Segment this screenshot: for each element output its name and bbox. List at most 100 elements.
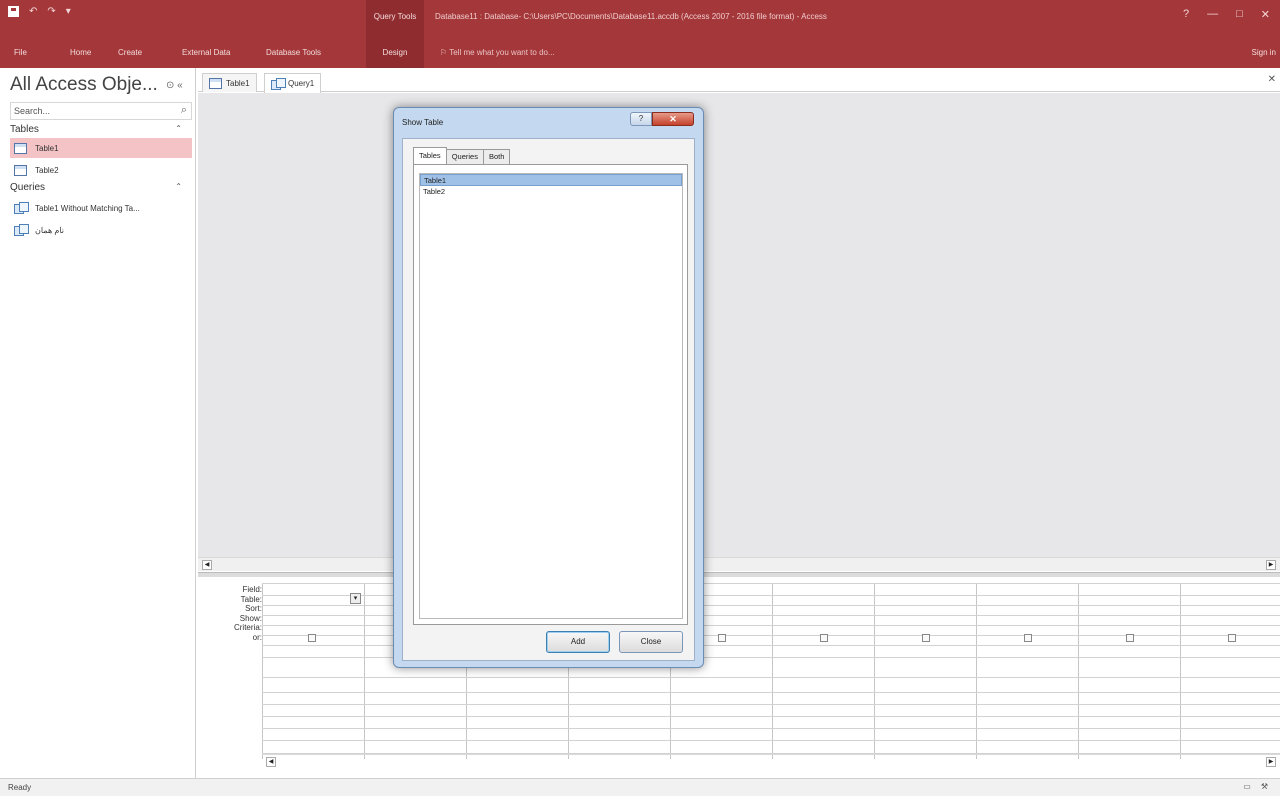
tab-database-tools[interactable]: Database Tools bbox=[266, 48, 321, 57]
list-item-table2[interactable]: Table2 bbox=[420, 186, 682, 198]
tab-tables[interactable]: Tables bbox=[413, 147, 447, 165]
nav-search-placeholder: Search... bbox=[14, 106, 51, 116]
grid-line bbox=[262, 692, 1280, 693]
nav-item-table1[interactable]: Table1 bbox=[10, 138, 192, 158]
table-icon bbox=[209, 77, 222, 89]
show-checkbox[interactable] bbox=[820, 634, 828, 642]
tab-external-data[interactable]: External Data bbox=[182, 48, 230, 57]
tables-tab-panel: Table1 Table2 bbox=[413, 164, 688, 625]
collapse-pane-icon[interactable]: « bbox=[177, 80, 183, 91]
row-label-table: Table: bbox=[240, 594, 262, 604]
quick-access-toolbar: ↶ ↷ ▾ bbox=[8, 6, 71, 17]
view-buttons: ▭ ⚒ bbox=[1243, 782, 1268, 791]
add-button[interactable]: Add bbox=[546, 631, 610, 653]
nav-menu-icon[interactable]: ⊙ bbox=[166, 80, 174, 91]
nav-group-label: Queries bbox=[10, 182, 46, 193]
show-checkbox[interactable] bbox=[1024, 634, 1032, 642]
show-checkbox[interactable] bbox=[1126, 634, 1134, 642]
field-dropdown-icon[interactable]: ▾ bbox=[350, 593, 361, 604]
query-icon bbox=[14, 202, 29, 214]
query-tools-context-label: Query Tools bbox=[366, 0, 424, 38]
redo-icon[interactable]: ↷ bbox=[47, 6, 55, 17]
row-label-sort: Sort: bbox=[245, 604, 262, 613]
window-controls: ? — □ ✕ bbox=[1183, 8, 1270, 21]
row-label-show: Show: bbox=[239, 613, 262, 623]
list-item-table1[interactable]: Table1 bbox=[420, 174, 682, 186]
nav-item-table2[interactable]: Table2 bbox=[10, 160, 192, 180]
doc-tab-table1[interactable]: Table1 bbox=[202, 73, 257, 92]
grid-column[interactable] bbox=[874, 583, 976, 759]
grid-line bbox=[262, 716, 1280, 717]
nav-item-label: Table1 bbox=[35, 143, 59, 153]
close-button[interactable]: Close bbox=[619, 631, 683, 653]
document-tabs: Table1 Query1 bbox=[198, 70, 1280, 93]
search-icon[interactable]: ⌕ bbox=[181, 104, 187, 117]
nav-group-queries[interactable]: Queries ⌃ bbox=[10, 182, 190, 193]
status-text: Ready bbox=[8, 783, 32, 792]
grid-line bbox=[262, 740, 1280, 741]
row-label-criteria: Criteria: bbox=[233, 623, 262, 632]
nav-group-tables[interactable]: Tables ⌃ bbox=[10, 124, 190, 135]
grid-line bbox=[262, 704, 1280, 705]
nav-item-query-unmatched[interactable]: Table1 Without Matching Ta... bbox=[10, 198, 192, 218]
maximize-icon[interactable]: □ bbox=[1236, 8, 1243, 21]
doc-tab-label: Table1 bbox=[226, 78, 250, 88]
show-checkbox[interactable] bbox=[922, 634, 930, 642]
upper-horizontal-scrollbar[interactable]: ◀ ▶ bbox=[198, 557, 1280, 571]
dialog-title: Show Table bbox=[402, 118, 444, 127]
help-icon[interactable]: ? bbox=[1183, 8, 1189, 21]
close-document-icon[interactable]: ✕ bbox=[1268, 74, 1276, 85]
table-icon bbox=[14, 142, 27, 154]
tell-me-box[interactable]: ⚐ Tell me what you want to do... bbox=[440, 48, 555, 57]
show-checkbox[interactable] bbox=[718, 634, 726, 642]
table-listbox[interactable]: Table1 Table2 bbox=[419, 173, 683, 619]
lightbulb-icon: ⚐ bbox=[440, 48, 450, 57]
nav-item-label: نام همان bbox=[35, 225, 64, 235]
title-bar: ↶ ↷ ▾ Query Tools Database11 : Database-… bbox=[0, 0, 1280, 68]
nav-pane-buttons: ⊙ « bbox=[166, 80, 183, 91]
query-icon bbox=[271, 77, 286, 90]
grid-column[interactable] bbox=[976, 583, 1078, 759]
close-icon[interactable]: ✕ bbox=[1261, 8, 1270, 21]
nav-search-input[interactable]: Search... ⌕ bbox=[10, 102, 192, 120]
scroll-right-icon[interactable]: ▶ bbox=[1266, 560, 1276, 570]
grid-row-labels: Field: Table: Sort: Show: Criteria: or: bbox=[206, 585, 262, 642]
scroll-right-icon[interactable]: ▶ bbox=[1266, 757, 1276, 767]
sign-in-link[interactable]: Sign in bbox=[1252, 48, 1276, 57]
doc-tab-query1[interactable]: Query1 bbox=[264, 73, 322, 93]
customize-qat-icon[interactable]: ▾ bbox=[66, 6, 71, 17]
scroll-left-icon[interactable]: ◀ bbox=[202, 560, 212, 570]
undo-icon[interactable]: ↶ bbox=[29, 6, 37, 17]
window-title: Database11 : Database- C:\Users\PC\Docum… bbox=[435, 12, 827, 21]
tab-home[interactable]: Home bbox=[70, 48, 91, 57]
grid-column[interactable] bbox=[1180, 583, 1280, 759]
save-icon[interactable] bbox=[8, 6, 19, 17]
sql-view-icon[interactable]: ▭ bbox=[1243, 782, 1251, 791]
minimize-icon[interactable]: — bbox=[1207, 8, 1218, 21]
nav-group-label: Tables bbox=[10, 124, 39, 135]
show-checkbox[interactable] bbox=[308, 634, 316, 642]
tab-queries[interactable]: Queries bbox=[445, 149, 484, 165]
grid-column[interactable] bbox=[772, 583, 874, 759]
scroll-left-icon[interactable]: ◀ bbox=[266, 757, 276, 767]
dialog-tabs: Tables Queries Both bbox=[413, 147, 511, 165]
tab-create[interactable]: Create bbox=[118, 48, 142, 57]
nav-pane-title[interactable]: All Access Obje... bbox=[10, 74, 158, 96]
grid-line bbox=[262, 728, 1280, 729]
dialog-close-button[interactable]: ✕ bbox=[652, 112, 694, 126]
tab-file[interactable]: File bbox=[14, 48, 27, 57]
nav-item-query-hamaan[interactable]: نام همان bbox=[10, 220, 192, 240]
tab-both[interactable]: Both bbox=[482, 149, 511, 165]
show-checkbox[interactable] bbox=[1228, 634, 1236, 642]
design-view-icon[interactable]: ⚒ bbox=[1261, 782, 1268, 791]
grid-line bbox=[262, 677, 1280, 678]
chevron-up-icon: ⌃ bbox=[175, 182, 182, 191]
nav-item-label: Table2 bbox=[35, 165, 59, 175]
row-label-or: or: bbox=[252, 632, 262, 642]
grid-column[interactable] bbox=[1078, 583, 1180, 759]
grid-column[interactable] bbox=[262, 583, 364, 759]
tab-design[interactable]: Design bbox=[366, 38, 424, 68]
grid-horizontal-scrollbar[interactable]: ◀ ▶ bbox=[262, 754, 1280, 768]
query-design-area[interactable] bbox=[198, 93, 1280, 557]
help-button[interactable]: ? bbox=[630, 112, 652, 126]
